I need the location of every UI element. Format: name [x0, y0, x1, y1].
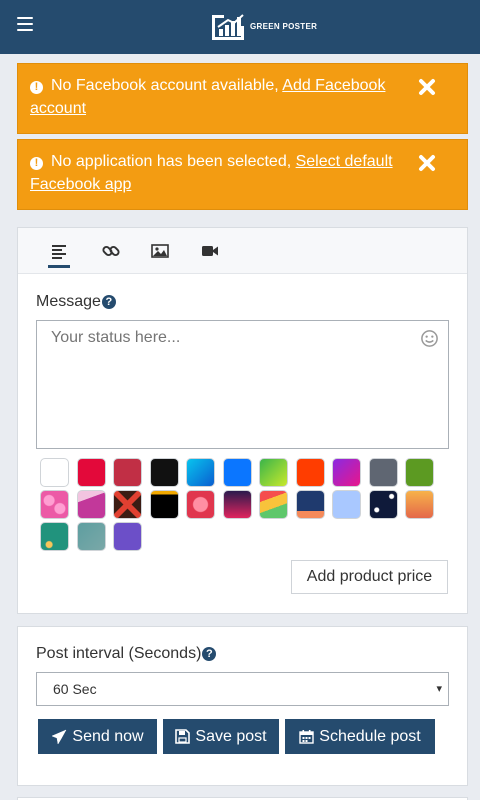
post-interval-select[interactable]: 60 Sec ▾: [36, 672, 449, 706]
emoji-icon[interactable]: [420, 329, 439, 348]
video-icon[interactable]: [199, 240, 221, 262]
message-label-text: Message: [36, 293, 101, 310]
post-interval-label-text: Post interval (Seconds): [36, 645, 202, 662]
alert-text: No Facebook account available,: [51, 77, 283, 94]
swatch-red-hearts[interactable]: [186, 490, 215, 519]
schedule-post-label: Schedule post: [319, 727, 421, 745]
message-label: Message?: [36, 293, 116, 311]
swatch-black-sparkle[interactable]: [150, 490, 179, 519]
active-tab-indicator: [48, 265, 70, 268]
exclamation-circle-icon: !: [30, 157, 43, 170]
swatch-navy-pattern[interactable]: [296, 490, 325, 519]
alert-text: No application has been selected,: [51, 153, 296, 170]
alert-no-facebook-account: ! No Facebook account available, Add Face…: [17, 63, 468, 134]
swatch-magenta-envelope[interactable]: [77, 490, 106, 519]
swatch-blue[interactable]: [223, 458, 252, 487]
save-icon: [175, 729, 191, 744]
swatch-black[interactable]: [150, 458, 179, 487]
add-product-price-button[interactable]: Add product price: [291, 560, 448, 594]
post-interval-value: 60 Sec: [53, 681, 97, 697]
send-now-button[interactable]: Send now: [38, 719, 157, 754]
send-now-label: Send now: [72, 727, 144, 745]
logo-text: GREEN POSTER: [250, 21, 318, 31]
swatch-plain-white[interactable]: [40, 458, 69, 487]
swatch-dark-red-x[interactable]: [113, 490, 142, 519]
post-type-tabs: [18, 228, 467, 274]
top-bar: GREEN POSTER: [0, 0, 480, 54]
help-icon[interactable]: ?: [202, 647, 217, 661]
help-icon[interactable]: ?: [101, 295, 116, 309]
text-icon[interactable]: [48, 240, 70, 262]
swatch-gray-teal-texture[interactable]: [77, 522, 106, 551]
schedule-post-button[interactable]: Schedule post: [285, 719, 435, 754]
alert-no-application: ! No application has been selected, Selec…: [17, 139, 468, 210]
message-textarea[interactable]: [36, 320, 449, 449]
swatch-slate-gray[interactable]: [369, 458, 398, 487]
swatch-violet[interactable]: [113, 522, 142, 551]
logo-mark-icon: [212, 14, 244, 40]
swatch-dusk-gradient[interactable]: [223, 490, 252, 519]
swatch-orange-red[interactable]: [296, 458, 325, 487]
swatch-light-blue[interactable]: [332, 490, 361, 519]
swatch-orange-sunset[interactable]: [405, 490, 434, 519]
save-post-button[interactable]: Save post: [163, 719, 279, 754]
menu-icon[interactable]: [17, 17, 33, 31]
swatch-green-yellow-gradient[interactable]: [259, 458, 288, 487]
composer-card: Message? Add product price: [17, 227, 468, 614]
paper-plane-icon: [51, 728, 67, 745]
post-interval-label: Post interval (Seconds)?: [36, 645, 217, 663]
swatch-olive-green[interactable]: [405, 458, 434, 487]
swatch-night-stars[interactable]: [369, 490, 398, 519]
link-icon[interactable]: [100, 240, 122, 262]
swatch-cyan-blue-gradient[interactable]: [186, 458, 215, 487]
swatch-brick-red[interactable]: [113, 458, 142, 487]
close-icon[interactable]: [417, 153, 437, 173]
logo[interactable]: GREEN POSTER: [210, 12, 317, 40]
swatch-pink-hearts[interactable]: [40, 490, 69, 519]
caret-down-icon: ▾: [436, 683, 442, 695]
close-icon[interactable]: [417, 77, 437, 97]
save-post-label: Save post: [195, 727, 267, 745]
exclamation-circle-icon: !: [30, 81, 43, 94]
swatch-crimson[interactable]: [77, 458, 106, 487]
post-settings-card: Post interval (Seconds)? 60 Sec ▾ Send n…: [17, 626, 468, 786]
calendar-icon: [299, 730, 314, 744]
swatch-rainbow-stripes[interactable]: [259, 490, 288, 519]
swatch-purple-magenta-gradient[interactable]: [332, 458, 361, 487]
image-icon[interactable]: [149, 240, 171, 262]
swatch-teal-pattern[interactable]: [40, 522, 69, 551]
